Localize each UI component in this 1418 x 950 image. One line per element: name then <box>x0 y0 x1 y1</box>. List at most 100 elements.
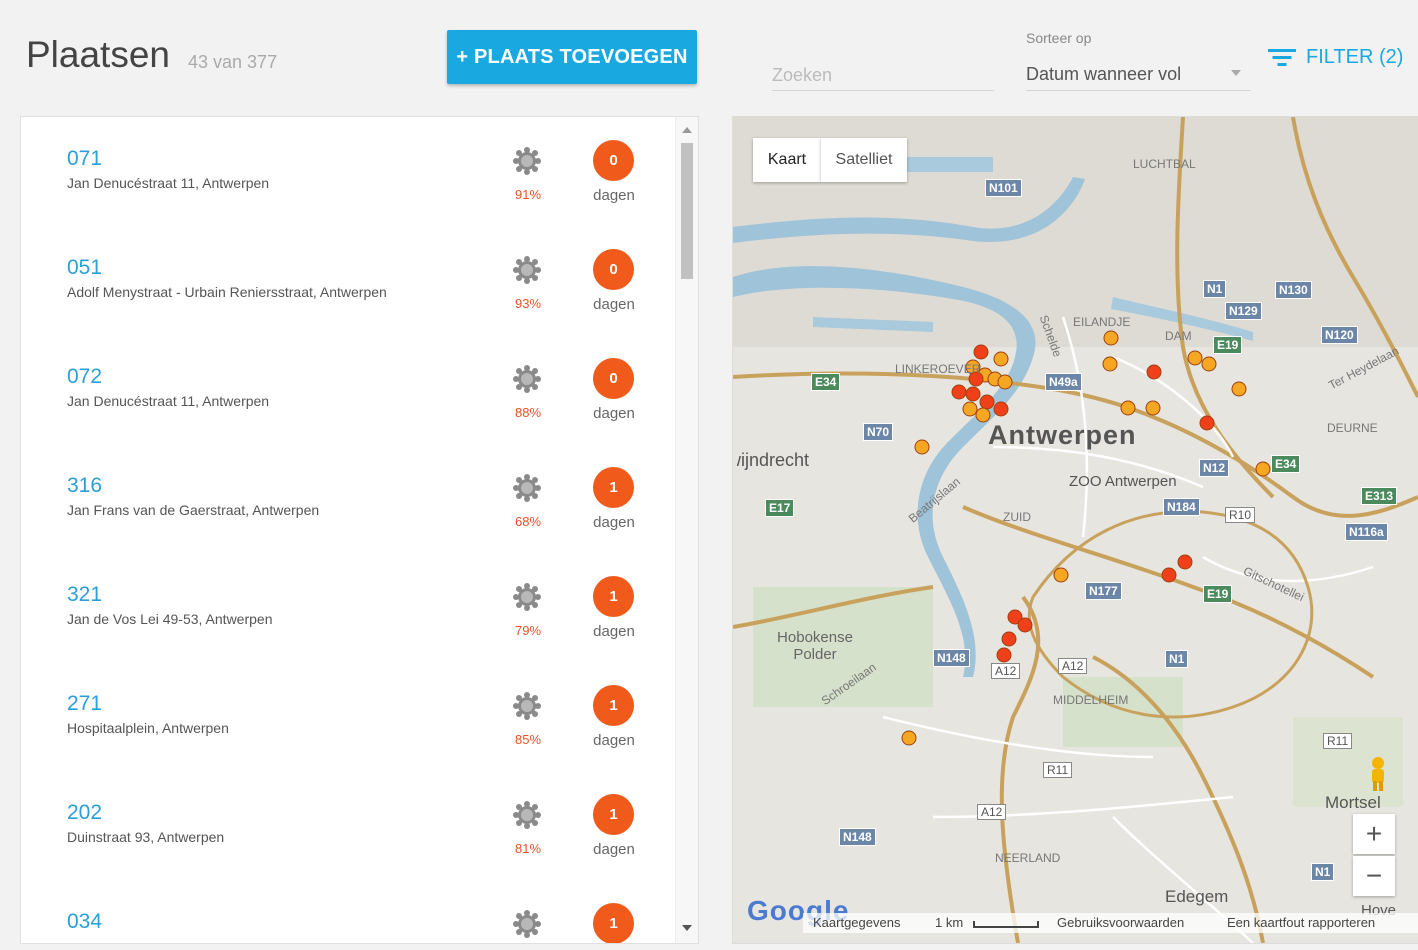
sensor-icon <box>511 690 543 722</box>
sensor-icon <box>511 254 543 286</box>
map-scale-bar <box>973 921 1039 928</box>
list-item[interactable]: 034 1 <box>21 880 671 943</box>
map-place-label: Edegem <box>1165 887 1229 906</box>
road-shield: R10 <box>1225 507 1256 523</box>
sort-value: Datum wanneer vol <box>1026 64 1182 84</box>
map-zoo-label: ZOO Antwerpen <box>1069 473 1177 490</box>
map-district-label: DAM <box>1165 329 1192 343</box>
road-shield: N49a <box>1045 373 1082 391</box>
days-label: dagen <box>593 623 635 640</box>
road-shield: E17 <box>765 499 795 517</box>
result-count: 43 van 377 <box>188 52 278 72</box>
map-district-label: NEERLAND <box>995 851 1061 865</box>
road-shield: A12 <box>1058 658 1088 674</box>
place-address: Jan Denucéstraat 11, Antwerpen <box>67 393 270 409</box>
road-shield: N70 <box>863 423 894 441</box>
road-shield: E34 <box>1271 455 1301 473</box>
filter-button[interactable]: FILTER (2) <box>1268 42 1403 72</box>
map-terms-link[interactable]: Gebruiksvoorwaarden <box>1057 915 1184 930</box>
list-item[interactable]: 316 Jan Frans van de Gaerstraat, Antwerpe… <box>21 444 671 554</box>
sensor-icon <box>511 145 543 177</box>
place-code[interactable]: 271 <box>67 692 102 716</box>
place-address: Hospitaalplein, Antwerpen <box>67 720 229 736</box>
days-badge: 1 <box>593 903 634 943</box>
sensor-icon <box>511 799 543 831</box>
road-shield: N130 <box>1275 281 1312 299</box>
road-shield: N184 <box>1163 498 1200 516</box>
road-shield: R11 <box>1043 762 1073 778</box>
scroll-up-icon[interactable] <box>682 127 692 133</box>
place-code[interactable]: 202 <box>67 801 102 825</box>
place-code[interactable]: 051 <box>67 256 102 280</box>
sort-select[interactable]: Datum wanneer vol <box>1026 60 1251 91</box>
place-address: Jan Denucéstraat 11, Antwerpen <box>67 175 270 191</box>
place-code[interactable]: 316 <box>67 474 102 498</box>
road-shield: A12 <box>991 663 1021 679</box>
scroll-down-icon[interactable] <box>682 925 692 931</box>
days-badge: 1 <box>593 576 634 617</box>
place-address: Adolf Menystraat - Urbain Reniersstraat,… <box>67 284 387 300</box>
sort-label: Sorteer op <box>1026 30 1092 46</box>
map-district-label: EILANDJE <box>1073 315 1131 329</box>
filter-label: FILTER (2) <box>1306 45 1404 68</box>
list-item[interactable]: 071 Jan Denucéstraat 11, Antwerpen 91% 0 dag… <box>21 117 671 227</box>
add-place-button[interactable]: + PLAATS TOEVOEGEN <box>447 30 697 84</box>
street-view-pegman-icon[interactable] <box>1367 755 1389 795</box>
road-shield: E313 <box>1361 487 1398 505</box>
scroll-thumb[interactable] <box>681 143 693 279</box>
list-item[interactable]: 072 Jan Denucéstraat 11, Antwerpen 88% 0 dag… <box>21 335 671 445</box>
list-item[interactable]: 321 Jan de Vos Lei 49-53, Antwerpen 79% 1 da… <box>21 553 671 663</box>
days-label: dagen <box>593 514 635 531</box>
list-item[interactable]: 271 Hospitaalplein, Antwerpen 85% 1 dagen <box>21 662 671 772</box>
days-label: dagen <box>593 405 635 422</box>
road-shield: N1 <box>1203 280 1227 298</box>
page-title: Plaatsen <box>26 34 170 75</box>
days-badge: 1 <box>593 467 634 508</box>
road-shield: N1 <box>1311 863 1335 881</box>
map[interactable]: Kaart Satelliet Antwerpen ZOO Antwerpen … <box>732 116 1418 944</box>
map-attribution: Kaartgegevens <box>813 915 901 930</box>
road-shield: N177 <box>1085 582 1122 600</box>
place-code[interactable]: 034 <box>67 910 102 934</box>
zoom-out-button[interactable]: − <box>1353 856 1395 896</box>
place-code[interactable]: 072 <box>67 365 102 389</box>
map-district-label: DEURNE <box>1327 421 1378 435</box>
days-badge: 1 <box>593 685 634 726</box>
zoom-in-button[interactable]: + <box>1353 814 1395 854</box>
fill-percentage: 79% <box>514 623 542 638</box>
road-shield: N1 <box>1165 650 1189 668</box>
days-label: dagen <box>593 296 635 313</box>
days-label: dagen <box>593 841 635 858</box>
days-badge: 1 <box>593 794 634 835</box>
place-address: Duinstraat 93, Antwerpen <box>67 829 225 845</box>
map-scale-label: 1 km <box>935 915 964 930</box>
days-badge: 0 <box>593 249 634 290</box>
sensor-icon <box>511 908 543 940</box>
place-code[interactable]: 071 <box>67 147 102 171</box>
road-shield: E34 <box>811 373 841 391</box>
road-shield: R11 <box>1323 733 1353 749</box>
map-type-kaart-button[interactable]: Kaart <box>753 138 821 182</box>
road-shield: E19 <box>1203 585 1233 603</box>
place-code[interactable]: 321 <box>67 583 102 607</box>
list-item[interactable]: 051 Adolf Menystraat - Urbain Reniersstra… <box>21 226 671 336</box>
fill-percentage: 85% <box>514 732 542 747</box>
search-input[interactable] <box>772 60 994 91</box>
list-scrollbar[interactable] <box>675 117 698 943</box>
map-district-label: LUCHTBAL <box>1133 157 1196 171</box>
sensor-icon <box>511 581 543 613</box>
map-report-link[interactable]: Een kaartfout rapporteren <box>1227 915 1375 930</box>
road-shield: N101 <box>985 179 1022 197</box>
fill-percentage: 68% <box>514 514 542 529</box>
list-item[interactable]: 202 Duinstraat 93, Antwerpen 81% 1 dagen <box>21 771 671 881</box>
road-shield: N129 <box>1225 302 1262 320</box>
map-type-satelliet-button[interactable]: Satelliet <box>821 138 907 182</box>
filter-icon <box>1268 47 1296 67</box>
places-list: 071 Jan Denucéstraat 11, Antwerpen 91% 0 dag… <box>20 116 699 944</box>
map-base <box>733 117 1418 943</box>
map-place-label: Zwijndrecht <box>737 450 809 470</box>
map-city-label: Antwerpen <box>988 420 1137 450</box>
place-address: Jan de Vos Lei 49-53, Antwerpen <box>67 611 273 627</box>
map-place-label: Mortsel <box>1325 793 1381 812</box>
road-shield: N120 <box>1321 326 1358 344</box>
